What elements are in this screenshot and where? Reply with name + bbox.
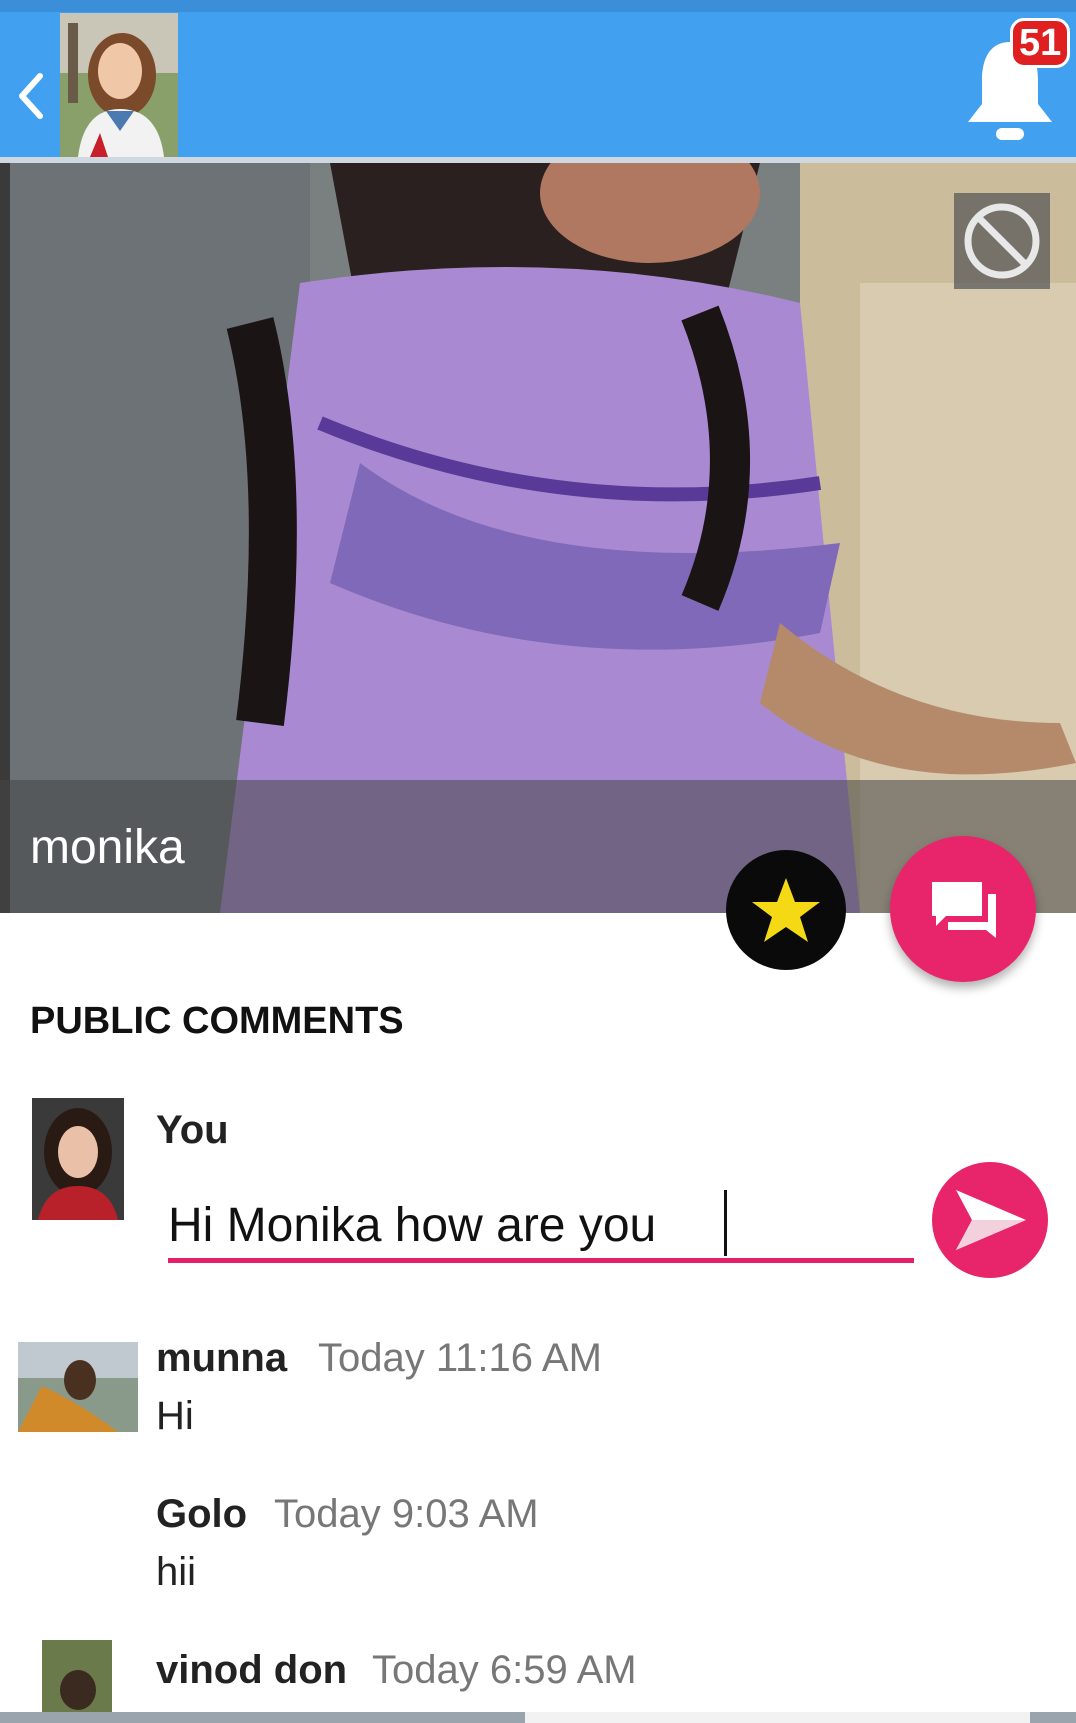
comment-author[interactable]: munna [156, 1336, 287, 1381]
send-icon [956, 1190, 1026, 1250]
status-bar [0, 0, 1076, 12]
commenter-avatar[interactable] [42, 1640, 112, 1712]
favorite-button[interactable] [726, 850, 846, 970]
chat-icon [932, 882, 996, 938]
composer-author: You [156, 1108, 229, 1152]
comment-time: Today 11:16 AM [318, 1336, 602, 1380]
chevron-left-icon[interactable] [12, 64, 52, 128]
comment-time: Today 6:59 AM [372, 1648, 637, 1692]
comment-input[interactable] [168, 1192, 914, 1263]
app-bar: 51 [0, 12, 1076, 157]
block-button[interactable] [954, 193, 1050, 289]
chat-button[interactable] [890, 836, 1036, 982]
block-icon [964, 203, 1040, 279]
commenter-avatar[interactable] [18, 1342, 138, 1432]
comment-author[interactable]: vinod don [156, 1648, 347, 1693]
profile-photo[interactable]: monika [0, 163, 1076, 913]
section-title: PUBLIC COMMENTS [30, 1000, 404, 1042]
comment-author[interactable]: Golo [156, 1492, 247, 1537]
send-button[interactable] [932, 1162, 1048, 1278]
ad-banner-content [525, 1712, 1030, 1723]
comment-text: Hi [156, 1394, 194, 1438]
user-avatar [32, 1098, 124, 1220]
comment-text: hii [156, 1550, 197, 1594]
star-icon [752, 878, 820, 942]
profile-name: monika [30, 821, 185, 874]
notification-badge: 51 [1010, 18, 1071, 68]
header-avatar[interactable] [60, 13, 178, 157]
text-cursor [724, 1190, 727, 1256]
comment-time: Today 9:03 AM [274, 1492, 539, 1536]
